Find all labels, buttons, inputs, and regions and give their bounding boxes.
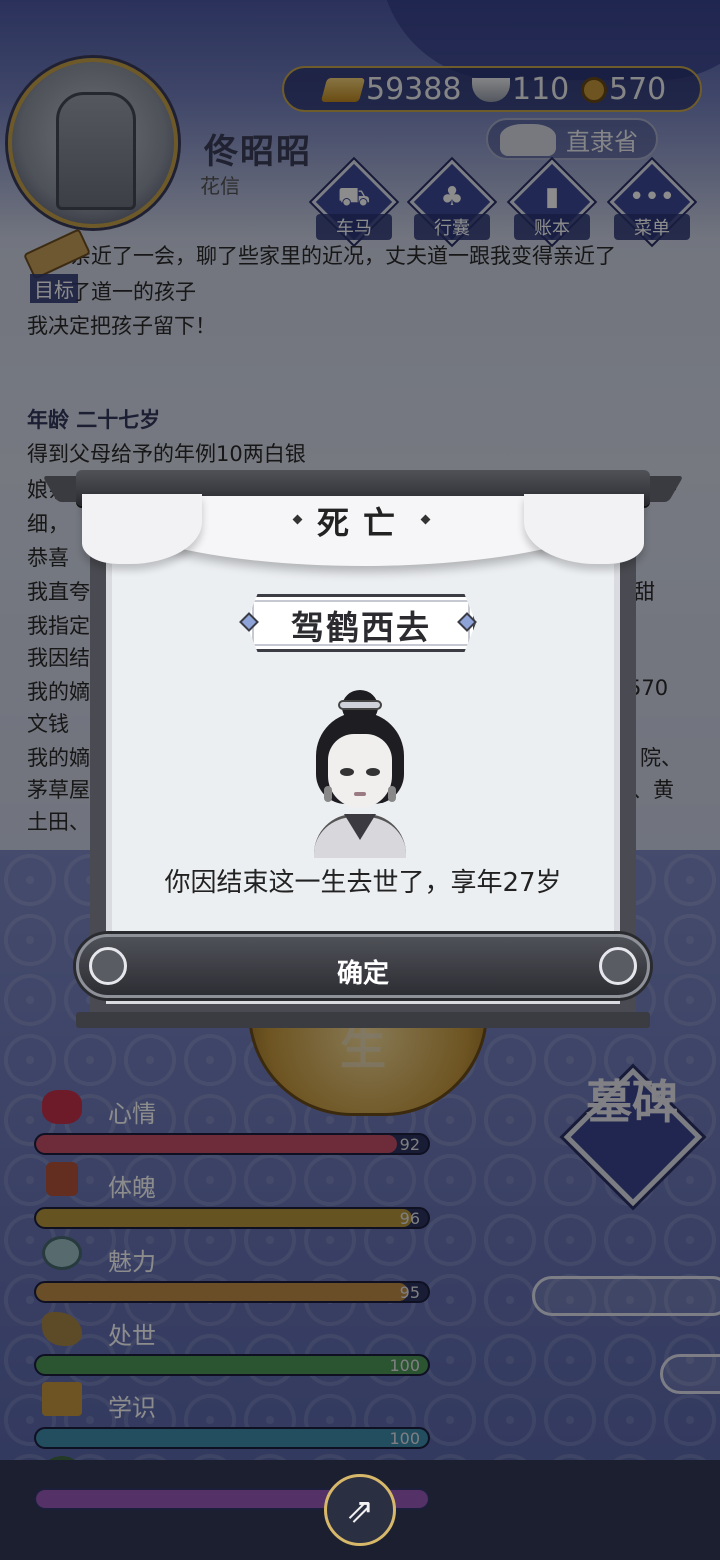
death-message: 你因结束这一生去世了，享年27岁 bbox=[164, 868, 562, 898]
portrait-mouth bbox=[354, 792, 366, 796]
portrait-eye bbox=[340, 768, 354, 776]
dialog-subtitle: 驾鹤西去 bbox=[291, 608, 431, 647]
hairpin-icon bbox=[338, 700, 382, 710]
dialog-title: 死亡 bbox=[316, 504, 409, 542]
share-icon: ⇗ bbox=[345, 1491, 375, 1531]
earring-icon bbox=[388, 786, 396, 802]
portrait-face bbox=[328, 734, 392, 808]
portrait-eye bbox=[366, 768, 380, 776]
cloud-swirl-icon bbox=[599, 947, 637, 985]
character-portrait bbox=[302, 690, 418, 858]
death-dialog: 死亡 驾鹤西去 你因结束这一生去世了，享年27岁 确定 bbox=[42, 470, 684, 1030]
earring-icon bbox=[324, 786, 332, 802]
confirm-button[interactable]: 确定 bbox=[76, 934, 650, 998]
game-screen: 佟昭昭 花信 59388 110 570 直隶省 ⛟ 车马 ♣ 行囊 ▮ 账本 … bbox=[0, 0, 720, 1560]
share-button[interactable]: ⇗ bbox=[324, 1474, 396, 1546]
dialog-base bbox=[76, 1012, 650, 1028]
confirm-label: 确定 bbox=[336, 959, 389, 989]
